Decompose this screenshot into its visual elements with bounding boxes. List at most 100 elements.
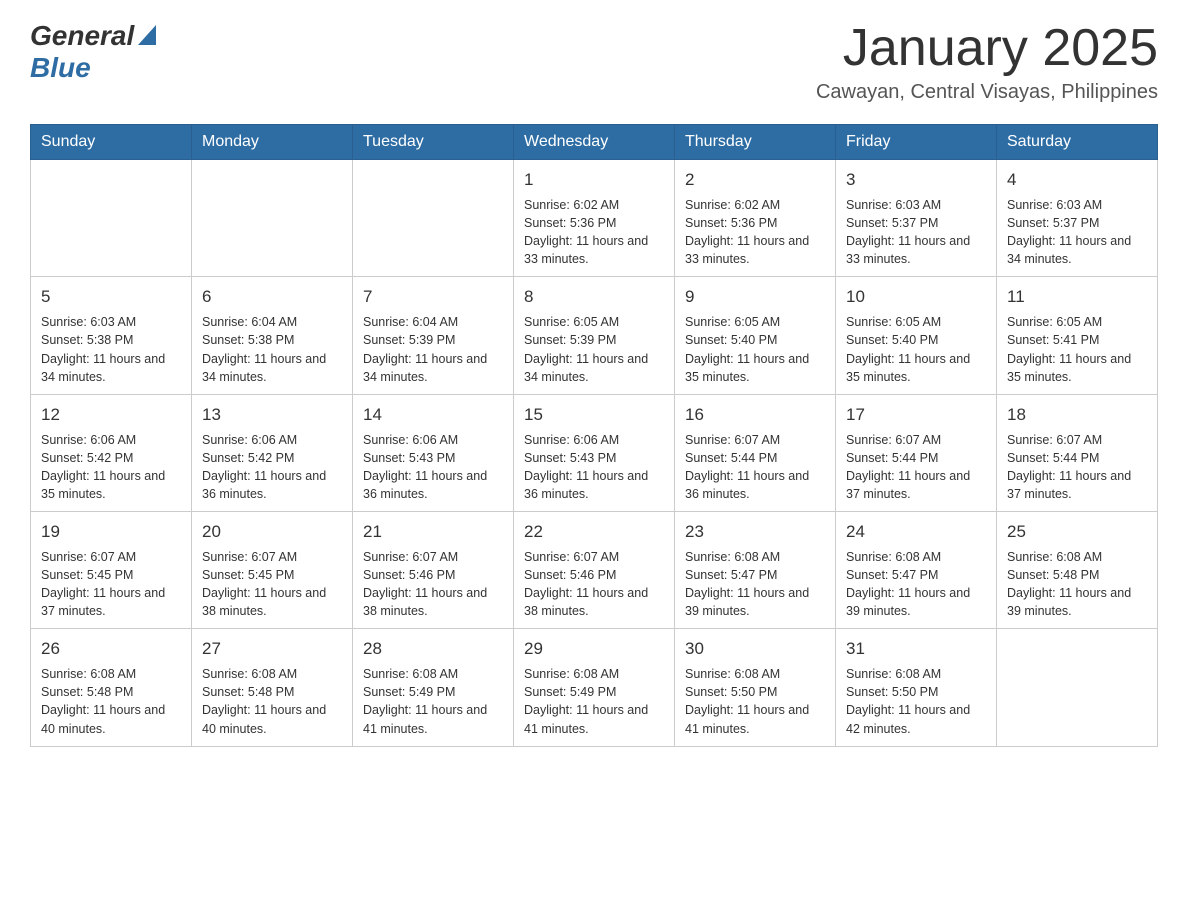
calendar-cell: 24 Sunrise: 6:08 AM Sunset: 5:47 PM Dayli… — [836, 512, 997, 629]
calendar-cell: 11 Sunrise: 6:05 AM Sunset: 5:41 PM Dayli… — [997, 277, 1158, 394]
day-info: Sunrise: 6:06 AM Sunset: 5:42 PM Dayligh… — [41, 431, 181, 504]
calendar-cell — [31, 160, 192, 277]
calendar-week-3: 12 Sunrise: 6:06 AM Sunset: 5:42 PM Dayli… — [31, 394, 1158, 511]
weekday-header-wednesday: Wednesday — [514, 125, 675, 160]
calendar-cell: 20 Sunrise: 6:07 AM Sunset: 5:45 PM Dayli… — [192, 512, 353, 629]
day-info: Sunrise: 6:05 AM Sunset: 5:39 PM Dayligh… — [524, 313, 664, 386]
day-number: 15 — [524, 403, 664, 427]
calendar-week-2: 5 Sunrise: 6:03 AM Sunset: 5:38 PM Daylig… — [31, 277, 1158, 394]
calendar-cell — [997, 629, 1158, 746]
day-number: 8 — [524, 285, 664, 309]
calendar-cell — [353, 160, 514, 277]
calendar-cell: 7 Sunrise: 6:04 AM Sunset: 5:39 PM Daylig… — [353, 277, 514, 394]
calendar-title: January 2025 — [816, 20, 1158, 77]
day-info: Sunrise: 6:03 AM Sunset: 5:38 PM Dayligh… — [41, 313, 181, 386]
day-info: Sunrise: 6:05 AM Sunset: 5:41 PM Dayligh… — [1007, 313, 1147, 386]
day-number: 31 — [846, 637, 986, 661]
logo-general-text: General — [30, 20, 134, 52]
calendar-cell: 28Sunrise: 6:08 AM Sunset: 5:49 PM Dayli… — [353, 629, 514, 746]
day-number: 2 — [685, 168, 825, 192]
day-number: 12 — [41, 403, 181, 427]
calendar-cell: 29 Sunrise: 6:08 AM Sunset: 5:49 PM Dayli… — [514, 629, 675, 746]
weekday-header-sunday: Sunday — [31, 125, 192, 160]
day-number: 19 — [41, 520, 181, 544]
calendar-cell: 30 Sunrise: 6:08 AM Sunset: 5:50 PM Dayli… — [675, 629, 836, 746]
day-info: Sunrise: 6:04 AM Sunset: 5:39 PM Dayligh… — [363, 313, 503, 386]
day-number: 17 — [846, 403, 986, 427]
day-info: Sunrise: 6:07 AM Sunset: 5:46 PM Dayligh… — [363, 548, 503, 621]
day-number: 5 — [41, 285, 181, 309]
calendar-cell: 3 Sunrise: 6:03 AM Sunset: 5:37 PM Daylig… — [836, 160, 997, 277]
day-number: 22 — [524, 520, 664, 544]
day-info: Sunrise: 6:03 AM Sunset: 5:37 PM Dayligh… — [1007, 196, 1147, 269]
calendar-cell: 9 Sunrise: 6:05 AM Sunset: 5:40 PM Daylig… — [675, 277, 836, 394]
calendar-cell: 5 Sunrise: 6:03 AM Sunset: 5:38 PM Daylig… — [31, 277, 192, 394]
day-info: Sunrise: 6:05 AM Sunset: 5:40 PM Dayligh… — [846, 313, 986, 386]
day-number: 9 — [685, 285, 825, 309]
day-number: 4 — [1007, 168, 1147, 192]
day-number: 1 — [524, 168, 664, 192]
calendar-cell: 4 Sunrise: 6:03 AM Sunset: 5:37 PM Daylig… — [997, 160, 1158, 277]
day-number: 20 — [202, 520, 342, 544]
day-info: Sunrise: 6:08 AM Sunset: 5:49 PM Dayligh… — [524, 665, 664, 738]
weekday-header-monday: Monday — [192, 125, 353, 160]
day-info: Sunrise: 6:08 AM Sunset: 5:50 PM Dayligh… — [685, 665, 825, 738]
calendar-cell: 13 Sunrise: 6:06 AM Sunset: 5:42 PM Dayli… — [192, 394, 353, 511]
logo: General Blue — [30, 20, 156, 84]
weekday-header-thursday: Thursday — [675, 125, 836, 160]
day-number: 16 — [685, 403, 825, 427]
logo-blue-text: Blue — [30, 52, 91, 84]
day-info: Sunrise: 6:08 AM Sunset: 5:48 PM Dayligh… — [1007, 548, 1147, 621]
day-info: Sunrise: 6:08 AM Sunset: 5:48 PM Dayligh… — [202, 665, 342, 738]
calendar-cell: 8 Sunrise: 6:05 AM Sunset: 5:39 PM Daylig… — [514, 277, 675, 394]
day-number: 29 — [524, 637, 664, 661]
weekday-header-saturday: Saturday — [997, 125, 1158, 160]
calendar-week-1: 1 Sunrise: 6:02 AM Sunset: 5:36 PM Daylig… — [31, 160, 1158, 277]
day-info: Sunrise: 6:07 AM Sunset: 5:46 PM Dayligh… — [524, 548, 664, 621]
day-number: 10 — [846, 285, 986, 309]
calendar-cell: 23Sunrise: 6:08 AM Sunset: 5:47 PM Dayli… — [675, 512, 836, 629]
page-header: General Blue January 2025 Cawayan, Centr… — [30, 20, 1158, 104]
weekday-header-friday: Friday — [836, 125, 997, 160]
calendar-cell: 26 Sunrise: 6:08 AM Sunset: 5:48 PM Dayli… — [31, 629, 192, 746]
day-info: Sunrise: 6:07 AM Sunset: 5:45 PM Dayligh… — [202, 548, 342, 621]
day-info: Sunrise: 6:07 AM Sunset: 5:44 PM Dayligh… — [685, 431, 825, 504]
day-info: Sunrise: 6:08 AM Sunset: 5:48 PM Dayligh… — [41, 665, 181, 738]
day-info: Sunrise: 6:03 AM Sunset: 5:37 PM Dayligh… — [846, 196, 986, 269]
calendar-subtitle: Cawayan, Central Visayas, Philippines — [816, 81, 1158, 104]
calendar-cell: 1Sunrise: 6:02 AM Sunset: 5:36 PM Daylig… — [514, 160, 675, 277]
calendar-cell: 21 Sunrise: 6:07 AM Sunset: 5:46 PM Dayli… — [353, 512, 514, 629]
day-info: Sunrise: 6:06 AM Sunset: 5:42 PM Dayligh… — [202, 431, 342, 504]
logo-triangle-icon — [138, 25, 156, 50]
calendar-cell: 2 Sunrise: 6:02 AM Sunset: 5:36 PM Daylig… — [675, 160, 836, 277]
calendar-cell: 25Sunrise: 6:08 AM Sunset: 5:48 PM Dayli… — [997, 512, 1158, 629]
day-info: Sunrise: 6:08 AM Sunset: 5:50 PM Dayligh… — [846, 665, 986, 738]
day-number: 26 — [41, 637, 181, 661]
day-number: 28 — [363, 637, 503, 661]
day-number: 13 — [202, 403, 342, 427]
calendar-cell: 16 Sunrise: 6:07 AM Sunset: 5:44 PM Dayli… — [675, 394, 836, 511]
calendar-cell: 10 Sunrise: 6:05 AM Sunset: 5:40 PM Dayli… — [836, 277, 997, 394]
day-info: Sunrise: 6:06 AM Sunset: 5:43 PM Dayligh… — [363, 431, 503, 504]
weekday-header-tuesday: Tuesday — [353, 125, 514, 160]
day-number: 30 — [685, 637, 825, 661]
calendar-cell: 14Sunrise: 6:06 AM Sunset: 5:43 PM Dayli… — [353, 394, 514, 511]
calendar-cell: 27Sunrise: 6:08 AM Sunset: 5:48 PM Dayli… — [192, 629, 353, 746]
calendar-cell: 22 Sunrise: 6:07 AM Sunset: 5:46 PM Dayli… — [514, 512, 675, 629]
day-number: 24 — [846, 520, 986, 544]
calendar-cell: 17 Sunrise: 6:07 AM Sunset: 5:44 PM Dayli… — [836, 394, 997, 511]
day-info: Sunrise: 6:07 AM Sunset: 5:44 PM Dayligh… — [846, 431, 986, 504]
calendar-cell: 19Sunrise: 6:07 AM Sunset: 5:45 PM Dayli… — [31, 512, 192, 629]
calendar-week-4: 19 Sunrise: 6:07 AM Sunset: 5:45 PM Dayli… — [31, 512, 1158, 629]
day-number: 7 — [363, 285, 503, 309]
day-number: 3 — [846, 168, 986, 192]
day-info: Sunrise: 6:07 AM Sunset: 5:44 PM Dayligh… — [1007, 431, 1147, 504]
calendar-cell — [192, 160, 353, 277]
day-info: Sunrise: 6:06 AM Sunset: 5:43 PM Dayligh… — [524, 431, 664, 504]
day-number: 21 — [363, 520, 503, 544]
day-info: Sunrise: 6:02 AM Sunset: 5:36 PM Dayligh… — [685, 196, 825, 269]
day-number: 11 — [1007, 285, 1147, 309]
day-info: Sunrise: 6:05 AM Sunset: 5:40 PM Dayligh… — [685, 313, 825, 386]
day-info: Sunrise: 6:08 AM Sunset: 5:47 PM Dayligh… — [846, 548, 986, 621]
calendar-cell: 15 Sunrise: 6:06 AM Sunset: 5:43 PM Dayli… — [514, 394, 675, 511]
